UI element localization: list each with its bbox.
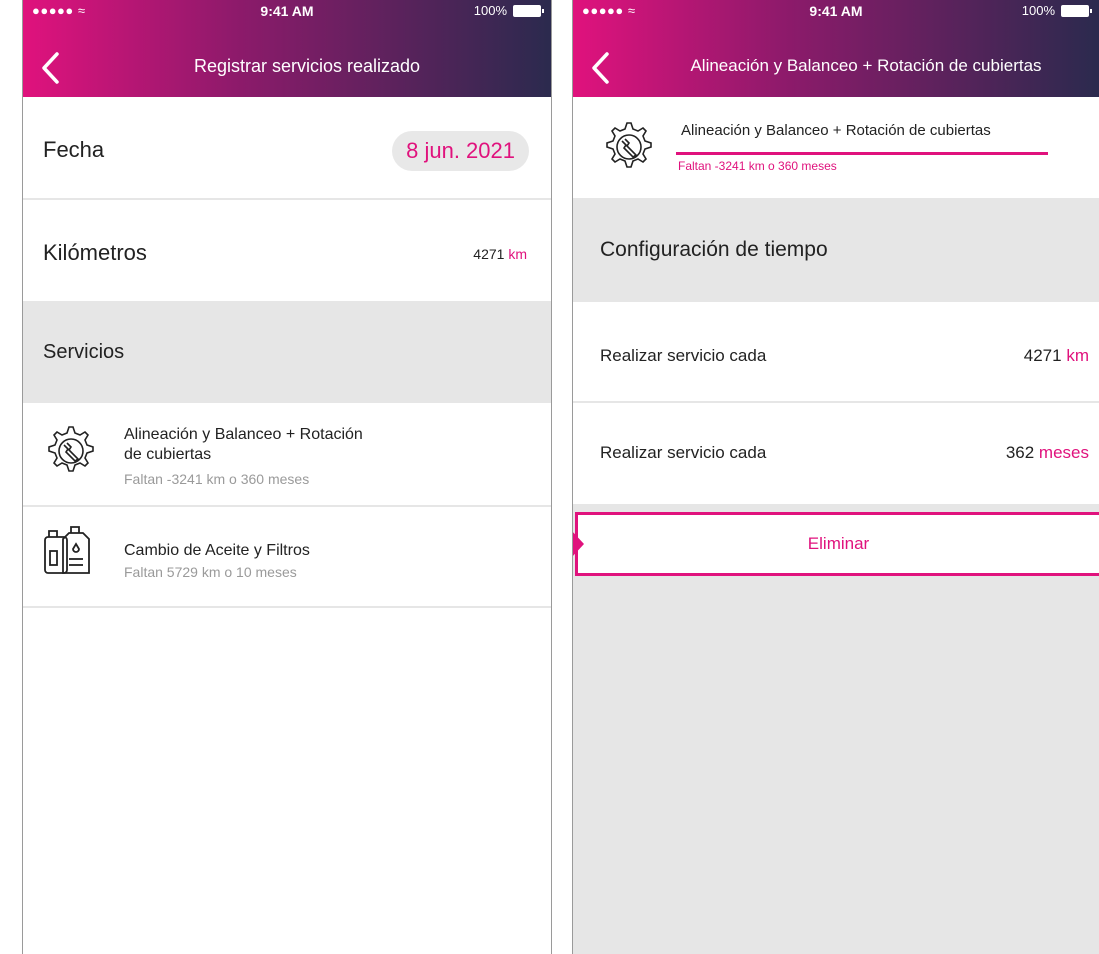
interval-km-row[interactable]: Realizar servicio cada 4271 km [573,302,1099,403]
page-title: Alineación y Balanceo + Rotación de cubi… [690,56,1042,75]
delete-button[interactable]: Eliminar [573,512,1099,576]
interval-label: Realizar servicio cada [600,346,767,365]
service-remaining: Faltan 5729 km o 10 meses [124,564,297,580]
back-chevron-icon[interactable] [37,48,67,88]
nav-bar: ●●●●● ≈ 9:41 AM 100% Alineación y Balanc… [573,0,1099,97]
status-bar: ●●●●● ≈ 9:41 AM 100% [23,0,551,22]
service-title-cont: de cubiertas [124,446,212,463]
status-time: 9:41 AM [260,3,314,19]
kilometers-row[interactable]: Kilómetros 4271 km [23,200,551,301]
battery-icon [1061,4,1092,17]
status-bar: ●●●●● ≈ 9:41 AM 100% [573,0,1099,22]
screen-service-detail: ●●●●● ≈ 9:41 AM 100% Alineación y Balanc… [572,0,1099,954]
service-item[interactable]: Cambio de Aceite y Filtros Faltan 5729 k… [23,507,551,608]
service-summary-card: Alineación y Balanceo + Rotación de cubi… [573,97,1099,198]
nav-bar: ●●●●● ≈ 9:41 AM 100% Registrar servicios… [23,0,551,97]
page-title: Registrar servicios realizado [193,56,421,76]
interval-label: Realizar servicio cada [600,443,767,462]
screen-register-service: ●●●●● ≈ 9:41 AM 100% Registrar servicios… [22,0,552,954]
service-title: Alineación y Balanceo + Rotación de cubi… [681,122,991,139]
oil-can-icon [44,526,90,574]
date-label: Fecha [43,137,105,162]
date-row[interactable]: Fecha 8 jun. 2021 [23,97,551,200]
kilometers-value[interactable]: 4271 km [473,246,527,262]
pointer-arrow-icon [573,532,584,556]
services-section-header: Servicios [23,301,551,403]
service-remaining: Faltan -3241 km o 360 meses [678,159,837,173]
gear-wrench-icon [606,122,652,168]
interval-months-value[interactable]: 362 meses [1006,443,1089,463]
kilometers-label: Kilómetros [43,240,147,265]
interval-months-row[interactable]: Realizar servicio cada 362 meses [573,403,1099,504]
battery-percent: 100% [473,3,507,18]
progress-bar [676,152,1048,155]
status-time: 9:41 AM [809,3,863,19]
delete-label: Eliminar [807,534,870,553]
back-chevron-icon[interactable] [587,48,617,88]
battery-icon [513,4,544,17]
service-title: Alineación y Balanceo + Rotación [124,426,363,443]
time-config-heading: Configuración de tiempo [600,238,828,261]
service-title: Cambio de Aceite y Filtros [124,542,310,559]
gear-wrench-icon [48,426,94,472]
service-remaining: Faltan -3241 km o 360 meses [124,471,310,487]
battery-percent: 100% [1021,3,1055,18]
date-picker-button[interactable]: 8 jun. 2021 [392,131,529,171]
service-item[interactable]: Alineación y Balanceo + Rotación de cubi… [23,403,551,507]
interval-km-value[interactable]: 4271 km [1024,346,1089,366]
services-label: Servicios [43,341,125,363]
